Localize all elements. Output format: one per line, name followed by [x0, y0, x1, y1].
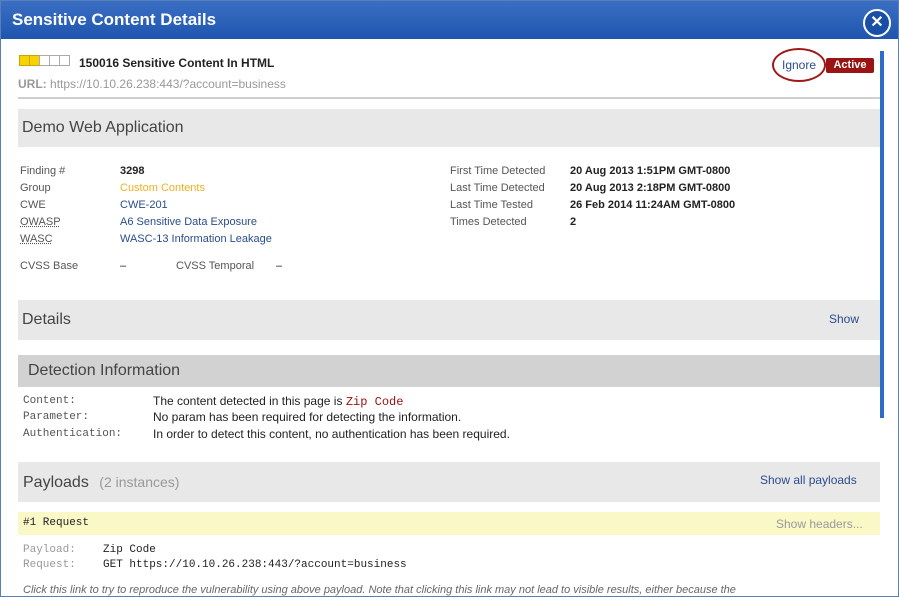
- last-tested-value: 26 Feb 2014 11:24AM GMT-0800: [570, 199, 736, 211]
- parameter-value: No param has been required for detecting…: [153, 410, 462, 424]
- content-value: Zip Code: [345, 395, 404, 409]
- severity-meter: [19, 55, 70, 73]
- finding-label: Finding #: [20, 165, 66, 177]
- details-title: Details: [22, 311, 71, 328]
- reproduce-note: Click this link to try to reproduce the …: [23, 584, 736, 596]
- url-label: URL:: [18, 77, 47, 91]
- cwe-link[interactable]: CWE-201: [120, 199, 168, 211]
- first-detected-label: First Time Detected: [450, 165, 546, 177]
- request-title: #1 Request: [23, 517, 90, 529]
- app-section-header: Demo Web Application: [18, 109, 880, 147]
- finding-value: 3298: [120, 165, 145, 177]
- detection-section-header: Detection Information: [18, 355, 880, 387]
- show-headers-link[interactable]: Show headers...: [776, 517, 863, 531]
- content-row: The content detected in this page is Zip…: [153, 394, 403, 409]
- dialog-titlebar: Sensitive Content Details ✕: [1, 1, 898, 39]
- content-prefix: The content detected in this page is: [153, 394, 343, 408]
- parameter-label: Parameter:: [23, 411, 90, 423]
- times-detected-label: Times Detected: [450, 216, 527, 228]
- owasp-link[interactable]: A6 Sensitive Data Exposure: [120, 216, 257, 228]
- payloads-title: Payloads: [23, 474, 89, 491]
- severity-level-5: [59, 55, 70, 66]
- show-all-payloads-link[interactable]: Show all payloads: [760, 473, 857, 487]
- url-value: https://10.10.26.238:443/?account=busine…: [50, 77, 286, 91]
- last-tested-label: Last Time Tested: [450, 199, 533, 211]
- wasc-link[interactable]: WASC-13 Information Leakage: [120, 233, 272, 245]
- details-show-link[interactable]: Show: [829, 312, 859, 326]
- request-bar: #1 Request Show headers...: [18, 512, 880, 535]
- dialog-content[interactable]: 150016 Sensitive Content In HTML URL: ht…: [1, 39, 882, 596]
- cvss-temporal-value: –: [276, 260, 283, 272]
- owasp-label: OWASP: [20, 216, 61, 228]
- payloads-section-header: Payloads (2 instances): [18, 462, 880, 502]
- cvss-base-value: –: [120, 260, 127, 272]
- close-button[interactable]: ✕: [863, 9, 891, 37]
- last-detected-value: 20 Aug 2013 2:18PM GMT-0800: [570, 182, 731, 194]
- close-icon: ✕: [870, 14, 884, 31]
- url-row: URL: https://10.10.26.238:443/?account=b…: [18, 77, 286, 91]
- payloads-count: (2 instances): [99, 474, 180, 490]
- details-section-header: Details: [18, 300, 880, 340]
- request-label: Request:: [23, 559, 76, 571]
- authentication-value: In order to detect this content, no auth…: [153, 427, 510, 441]
- sensitive-content-dialog: Sensitive Content Details ✕ 150016 Sensi…: [0, 0, 899, 597]
- payload-label: Payload:: [23, 544, 76, 556]
- cwe-label: CWE: [20, 199, 46, 211]
- header-divider: [18, 97, 880, 99]
- authentication-label: Authentication:: [23, 428, 123, 440]
- group-label: Group: [20, 182, 51, 194]
- times-detected-value: 2: [570, 216, 577, 228]
- group-value: Custom Contents: [120, 182, 205, 194]
- cvss-temporal-label: CVSS Temporal: [176, 260, 255, 272]
- scrollbar-thumb[interactable]: [880, 51, 884, 418]
- last-detected-label: Last Time Detected: [450, 182, 545, 194]
- ignore-button[interactable]: Ignore: [772, 48, 826, 82]
- status-badge: Active: [826, 58, 874, 73]
- finding-title: 150016 Sensitive Content In HTML: [79, 56, 275, 70]
- content-label: Content:: [23, 395, 76, 407]
- request-value: GET https://10.10.26.238:443/?account=bu…: [103, 559, 407, 571]
- dialog-title: Sensitive Content Details: [12, 10, 217, 29]
- wasc-label: WASC: [20, 233, 53, 245]
- payload-value: Zip Code: [103, 544, 156, 556]
- cvss-base-label: CVSS Base: [20, 260, 79, 272]
- first-detected-value: 20 Aug 2013 1:51PM GMT-0800: [570, 165, 731, 177]
